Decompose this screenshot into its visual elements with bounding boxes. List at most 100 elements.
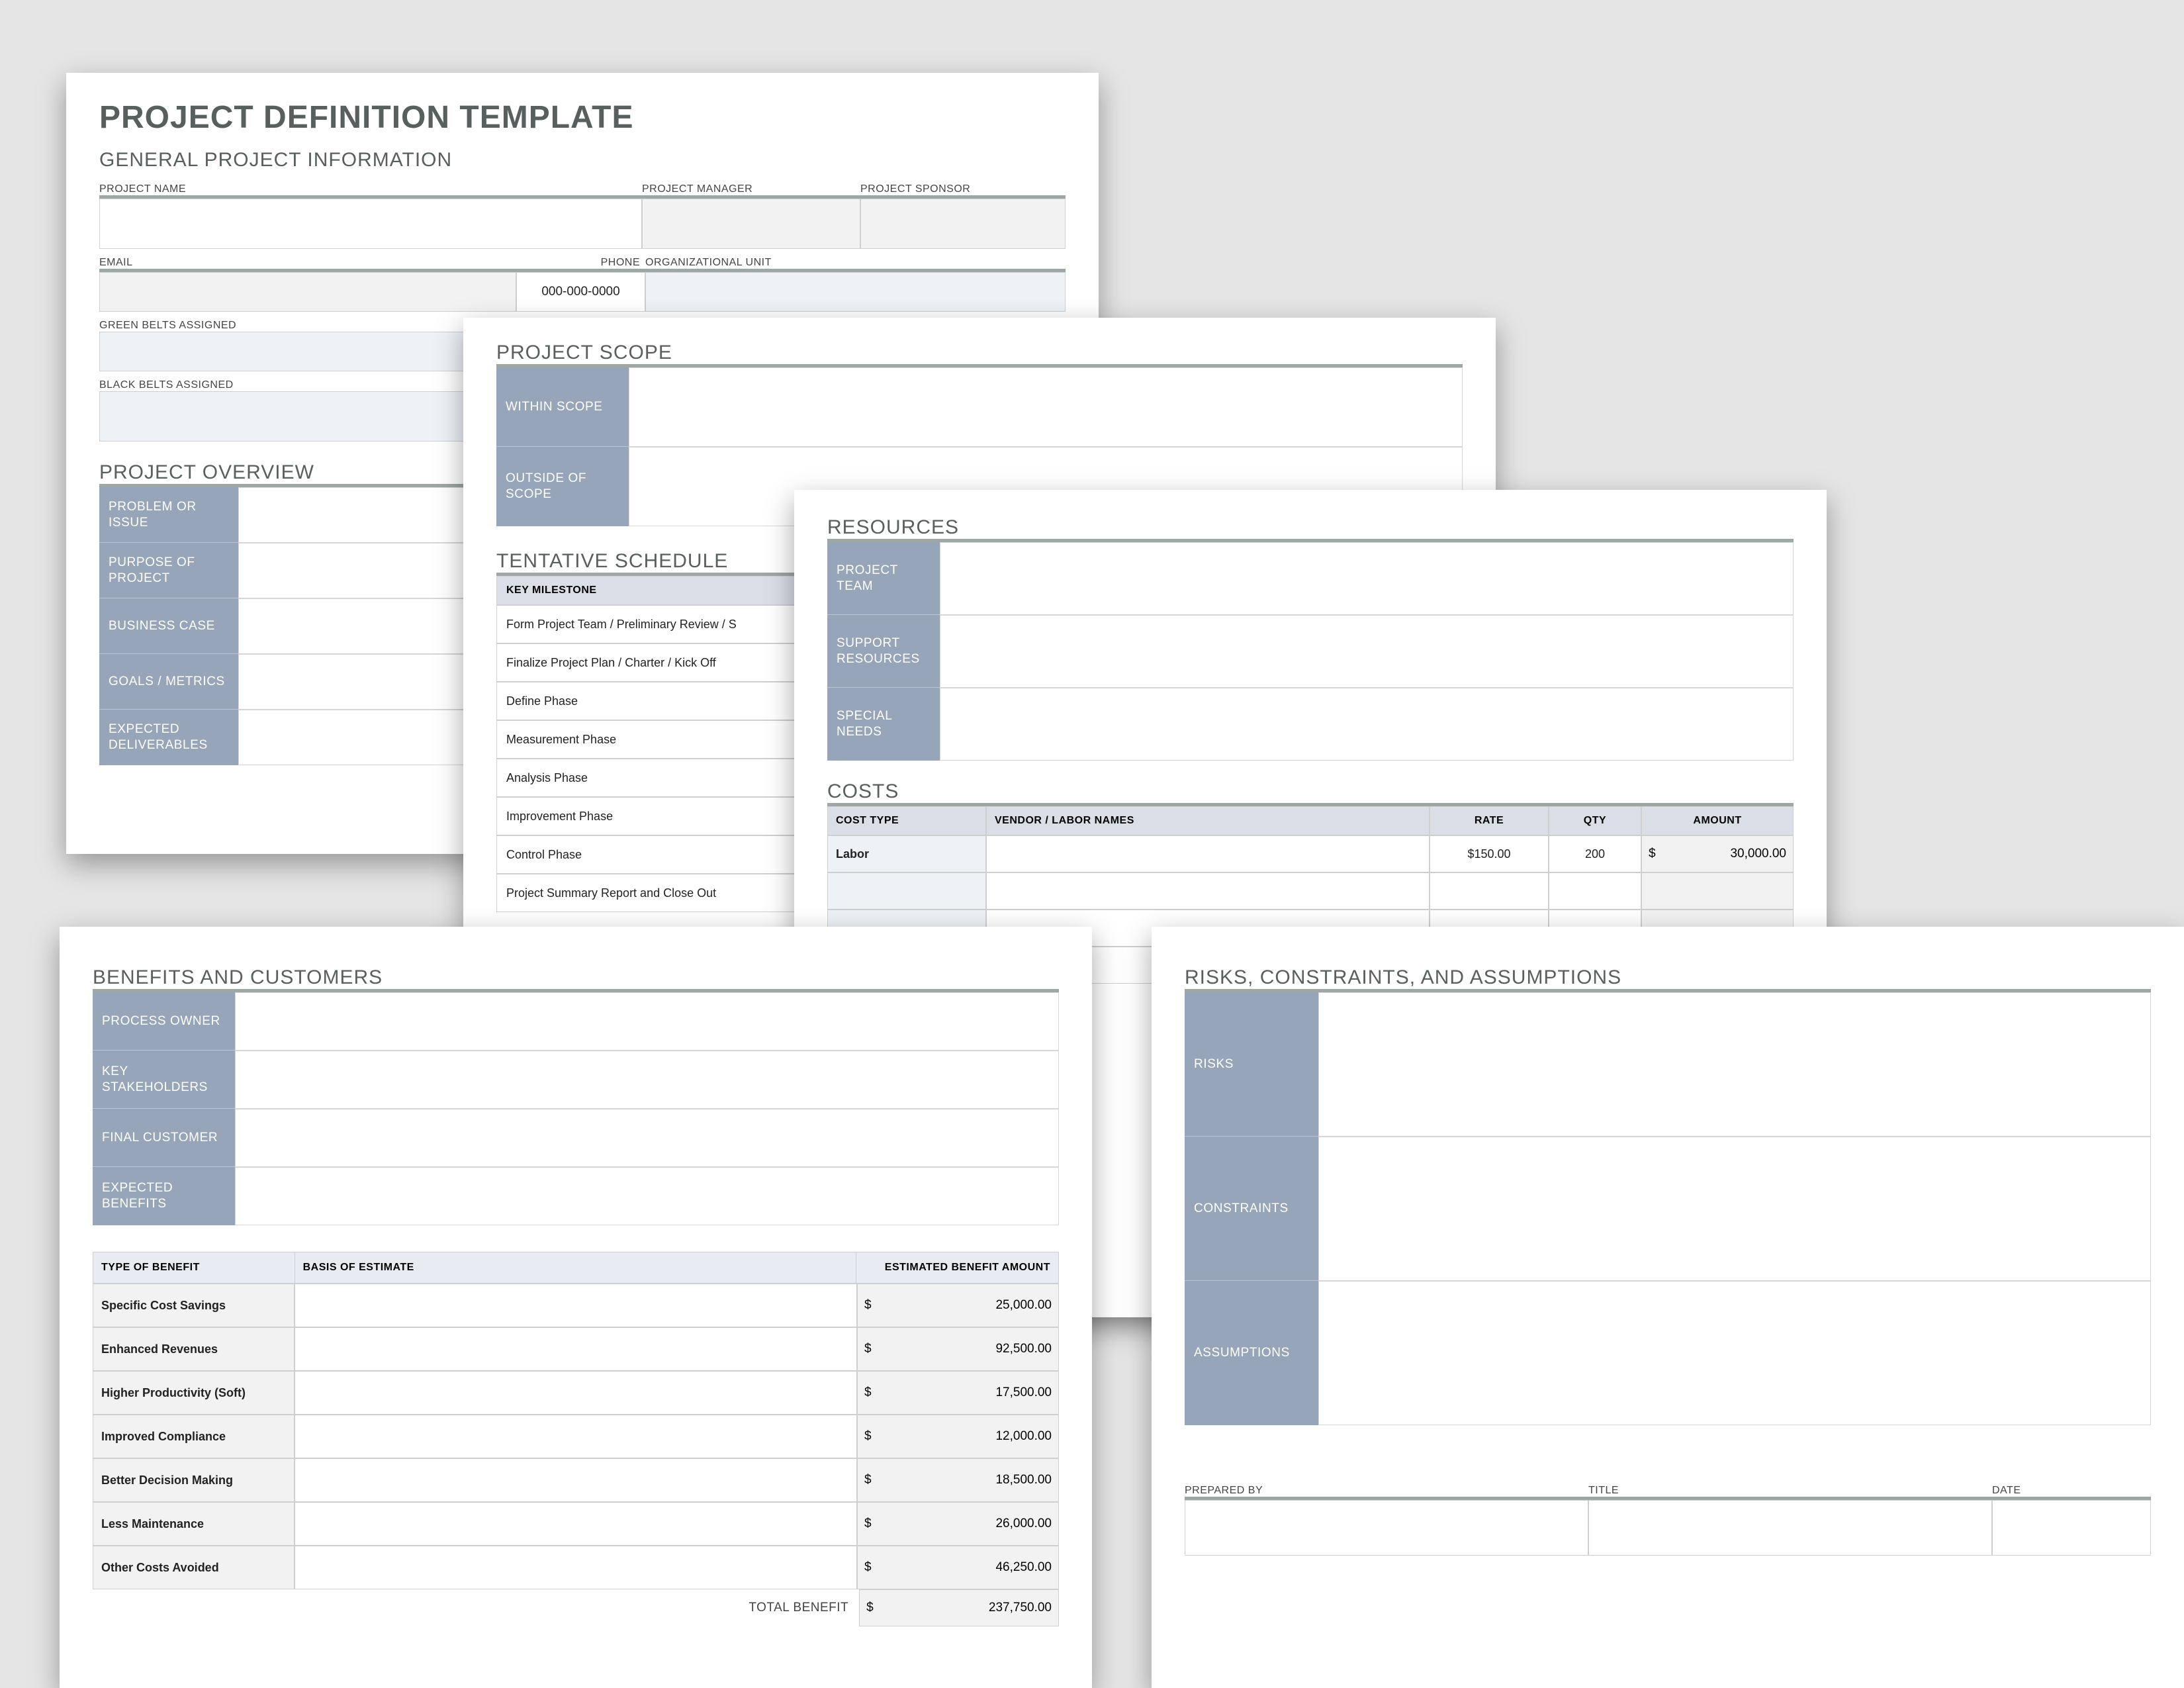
overview-label-business-case: BUSINESS CASE [99, 598, 238, 654]
benefit-type: Other Costs Avoided [93, 1546, 295, 1589]
scope-label-outside: OUTSIDE OF SCOPE [496, 447, 629, 526]
field-constraints[interactable] [1318, 1137, 2151, 1281]
benefit-type: Improved Compliance [93, 1415, 295, 1458]
field-support-resources[interactable] [940, 615, 1794, 688]
benefit-row: Specific Cost Savings $25,000.00 [93, 1284, 1059, 1327]
benefit-row: Better Decision Making $18,500.00 [93, 1458, 1059, 1502]
field-phone[interactable]: 000-000-0000 [516, 272, 645, 312]
field-stakeholders[interactable] [235, 1051, 1059, 1109]
header-benefit-type: TYPE OF BENEFIT [93, 1252, 295, 1283]
benefit-row: Less Maintenance $26,000.00 [93, 1502, 1059, 1546]
field-amount-blank [1641, 872, 1794, 910]
field-title[interactable] [1588, 1500, 1992, 1556]
field-rate-blank[interactable] [1430, 872, 1549, 910]
benefit-row: Higher Productivity (Soft)$17,500.00 [93, 1371, 1059, 1415]
field-expected-benefits[interactable] [235, 1167, 1059, 1225]
header-amount: AMOUNT [1641, 806, 1794, 835]
page-title: PROJECT DEFINITION TEMPLATE [99, 99, 1066, 136]
field-project-sponsor[interactable] [860, 199, 1066, 249]
field-qty-blank[interactable] [1549, 872, 1641, 910]
resource-label-special: SPECIAL NEEDS [827, 688, 940, 761]
section-costs: COSTS [827, 780, 1794, 803]
benefit-type: Higher Productivity (Soft) [93, 1371, 295, 1415]
benefit-amount: $26,000.00 [857, 1502, 1059, 1546]
benefit-row: Improved Compliance $12,000.00 [93, 1415, 1059, 1458]
field-risks[interactable] [1318, 992, 2151, 1137]
benefit-type: Less Maintenance [93, 1502, 295, 1546]
benefit-amount: $18,500.00 [857, 1458, 1059, 1502]
benefit-type: Specific Cost Savings [93, 1284, 295, 1327]
overview-label-deliverables: EXPECTED DELIVERABLES [99, 710, 238, 765]
field-project-name[interactable] [99, 199, 642, 249]
header-rate: RATE [1430, 806, 1549, 835]
benefit-amount: $25,000.00 [857, 1284, 1059, 1327]
label-org-unit: ORGANIZATIONAL UNIT [645, 257, 1066, 269]
benefits-label-stakeholders: KEY STAKEHOLDERS [93, 1051, 235, 1109]
risks-label-risks: RISKS [1185, 992, 1318, 1137]
header-vendor: VENDOR / LABOR NAMES [986, 806, 1430, 835]
field-process-owner[interactable] [235, 992, 1059, 1051]
field-final-customer[interactable] [235, 1109, 1059, 1167]
overview-label-purpose: PURPOSE OF PROJECT [99, 543, 238, 598]
benefits-label-process-owner: PROCESS OWNER [93, 992, 235, 1051]
section-benefits: BENEFITS AND CUSTOMERS [93, 966, 1059, 989]
benefit-row: Other Costs Avoided $46,250.00 [93, 1546, 1059, 1589]
label-email: EMAIL [99, 257, 516, 269]
benefit-basis[interactable] [295, 1327, 857, 1371]
risks-label-constraints: CONSTRAINTS [1185, 1137, 1318, 1281]
benefit-amount: $92,500.00 [857, 1327, 1059, 1371]
field-amount: $30,000.00 [1641, 835, 1794, 872]
benefit-basis[interactable] [295, 1371, 857, 1415]
section-risks: RISKS, CONSTRAINTS, AND ASSUMPTIONS [1185, 966, 2151, 989]
label-project-sponsor: PROJECT SPONSOR [860, 183, 1066, 195]
section-resources: RESOURCES [827, 516, 1794, 539]
header-cost-type: COST TYPE [827, 806, 986, 835]
resource-label-team: PROJECT TEAM [827, 542, 940, 615]
benefit-basis[interactable] [295, 1284, 857, 1327]
overview-label-problem: PROBLEM OR ISSUE [99, 487, 238, 543]
field-prepared-by[interactable] [1185, 1500, 1588, 1556]
label-project-name: PROJECT NAME [99, 183, 642, 195]
header-benefit-amount: ESTIMATED BENEFIT AMOUNT [856, 1252, 1058, 1283]
benefit-type: Better Decision Making [93, 1458, 295, 1502]
field-org-unit[interactable] [645, 272, 1066, 312]
overview-label-goals: GOALS / METRICS [99, 654, 238, 710]
field-date[interactable] [1992, 1500, 2151, 1556]
resource-label-support: SUPPORT RESOURCES [827, 615, 940, 688]
benefits-label-final-customer: FINAL CUSTOMER [93, 1109, 235, 1167]
cost-type[interactable]: Labor [827, 835, 986, 872]
benefit-basis[interactable] [295, 1502, 857, 1546]
benefit-row: Enhanced Revenues $92,500.00 [93, 1327, 1059, 1371]
benefit-basis[interactable] [295, 1415, 857, 1458]
header-qty: QTY [1549, 806, 1641, 835]
field-email[interactable] [99, 272, 516, 312]
label-title: TITLE [1588, 1485, 1992, 1497]
label-prepared-by: PREPARED BY [1185, 1485, 1588, 1497]
header-basis: BASIS OF ESTIMATE [295, 1252, 857, 1283]
label-date: DATE [1992, 1485, 2151, 1497]
benefit-basis[interactable] [295, 1458, 857, 1502]
section-general-info: GENERAL PROJECT INFORMATION [99, 149, 1066, 171]
field-total-benefit: $237,750.00 [859, 1589, 1059, 1626]
cost-type-blank[interactable] [827, 872, 986, 910]
field-project-manager[interactable] [642, 199, 860, 249]
field-vendor-blank[interactable] [986, 872, 1430, 910]
benefits-label-expected: EXPECTED BENEFITS [93, 1167, 235, 1225]
field-rate[interactable]: $150.00 [1430, 835, 1549, 872]
scope-label-within: WITHIN SCOPE [496, 367, 629, 447]
label-total-benefit: TOTAL BENEFIT [93, 1589, 859, 1626]
field-project-team[interactable] [940, 542, 1794, 615]
benefit-amount: $46,250.00 [857, 1546, 1059, 1589]
field-assumptions[interactable] [1318, 1281, 2151, 1425]
label-project-manager: PROJECT MANAGER [642, 183, 860, 195]
risks-label-assumptions: ASSUMPTIONS [1185, 1281, 1318, 1425]
benefit-basis[interactable] [295, 1546, 857, 1589]
field-vendor-names[interactable] [986, 835, 1430, 872]
field-special-needs[interactable] [940, 688, 1794, 761]
field-qty[interactable]: 200 [1549, 835, 1641, 872]
label-phone: PHONE [516, 257, 645, 269]
benefit-type: Enhanced Revenues [93, 1327, 295, 1371]
section-project-scope: PROJECT SCOPE [496, 342, 1463, 364]
field-within-scope[interactable] [629, 367, 1463, 447]
benefit-amount: $12,000.00 [857, 1415, 1059, 1458]
